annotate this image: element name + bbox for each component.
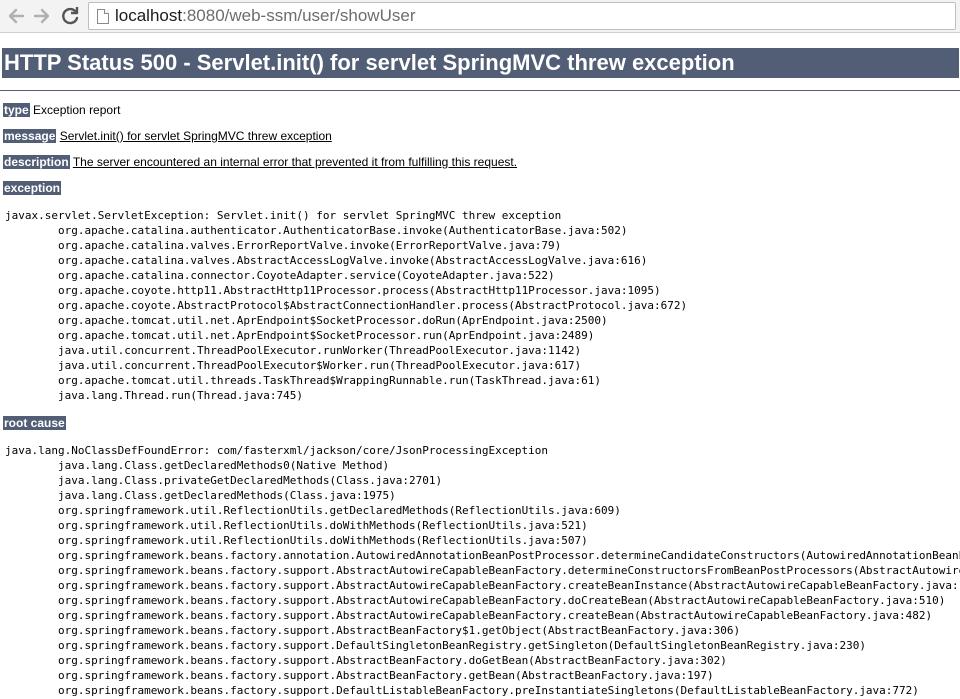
exception-row: exception bbox=[3, 180, 62, 196]
message-label: message bbox=[3, 129, 57, 143]
root-cause-label: root cause bbox=[3, 416, 66, 430]
type-row: type Exception report bbox=[3, 102, 120, 118]
type-value: Exception report bbox=[33, 103, 121, 117]
divider bbox=[0, 90, 960, 91]
exception-label: exception bbox=[3, 181, 62, 195]
page-title: HTTP Status 500 - Servlet.init() for ser… bbox=[2, 48, 959, 78]
back-arrow-icon[interactable] bbox=[4, 4, 28, 28]
type-label: type bbox=[3, 103, 30, 117]
exception-stack-trace: javax.servlet.ServletException: Servlet.… bbox=[5, 209, 688, 402]
description-value: The server encountered an internal error… bbox=[72, 155, 518, 169]
forward-arrow-icon[interactable] bbox=[30, 4, 54, 28]
url-host: localhost bbox=[115, 6, 183, 25]
address-bar[interactable]: localhost:8080/web-ssm/user/showUser bbox=[88, 2, 956, 30]
message-value: Servlet.init() for servlet SpringMVC thr… bbox=[59, 129, 332, 143]
error-page: HTTP Status 500 - Servlet.init() for ser… bbox=[0, 34, 960, 699]
message-row: message Servlet.init() for servlet Sprin… bbox=[3, 128, 332, 144]
root-cause-stack-trace: java.lang.NoClassDefFoundError: com/fast… bbox=[5, 444, 960, 697]
url-text[interactable]: localhost:8080/web-ssm/user/showUser bbox=[115, 6, 415, 26]
reload-icon[interactable] bbox=[58, 4, 82, 28]
page-icon bbox=[97, 9, 109, 24]
root-cause-row: root cause bbox=[3, 415, 66, 431]
url-path: :8080/web-ssm/user/showUser bbox=[182, 6, 416, 25]
description-label: description bbox=[3, 155, 70, 169]
description-row: description The server encountered an in… bbox=[3, 154, 517, 170]
browser-toolbar: localhost:8080/web-ssm/user/showUser bbox=[0, 0, 960, 33]
